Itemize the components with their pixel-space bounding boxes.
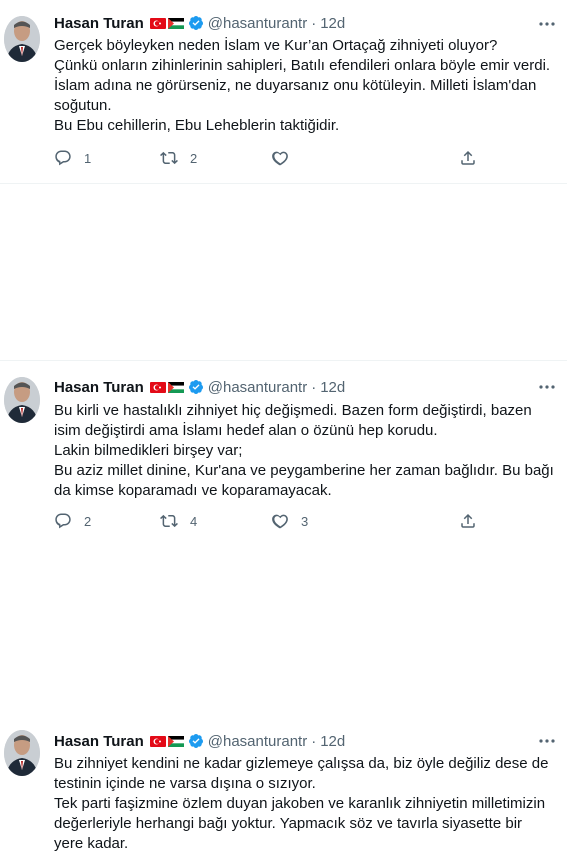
share-button[interactable]	[459, 512, 489, 530]
author-handle[interactable]: @hasanturantr	[208, 733, 307, 750]
author-name[interactable]: Hasan Turan	[54, 15, 144, 32]
turkey-flag	[149, 735, 166, 747]
reply-icon	[55, 150, 71, 166]
retweet-icon	[160, 151, 178, 165]
tweet-time[interactable]: 12d	[320, 15, 345, 32]
separator: ·	[311, 14, 317, 32]
turkey-flag	[149, 17, 166, 29]
tweet[interactable]: Hasan Turan @hasanturantr · 12d Gerçek b…	[0, 0, 567, 184]
tweet-text: Bu zihniyet kendini ne kadar gizlemeye ç…	[54, 755, 549, 852]
tweet-text: Gerçek böyleyken neden İslam ve Kur’an O…	[54, 37, 551, 134]
reply-count: 2	[84, 513, 92, 529]
reply-count: 1	[84, 150, 92, 166]
like-count: 3	[301, 513, 309, 529]
reply-icon	[55, 513, 71, 529]
tweet-actions: 2 4 3	[54, 511, 494, 531]
verified-badge-icon	[188, 734, 203, 748]
share-icon	[461, 150, 475, 165]
share-button[interactable]	[459, 149, 489, 167]
author-name[interactable]: Hasan Turan	[54, 733, 144, 750]
tweet[interactable]: Hasan Turan @hasanturantr · 12d Bu zihni…	[0, 361, 567, 852]
more-icon[interactable]	[537, 14, 557, 34]
retweet-count: 2	[190, 150, 198, 166]
like-icon	[272, 514, 288, 529]
tweet-header: Hasan Turan @hasanturantr · 12d	[54, 13, 345, 33]
share-icon	[461, 513, 475, 528]
like-icon	[272, 151, 288, 166]
tweet-actions: 1 2	[54, 148, 494, 168]
retweet-button[interactable]: 4	[160, 512, 197, 530]
retweet-icon	[160, 514, 178, 528]
reply-button[interactable]: 1	[54, 149, 91, 167]
retweet-button[interactable]: 2	[160, 149, 197, 167]
author-handle[interactable]: @hasanturantr	[208, 15, 307, 32]
palestine-flag	[167, 17, 184, 29]
separator: ·	[311, 732, 317, 750]
more-icon[interactable]	[537, 731, 557, 751]
like-button[interactable]	[271, 149, 301, 167]
like-button[interactable]: 3	[271, 512, 308, 530]
avatar[interactable]	[4, 16, 40, 62]
reply-button[interactable]: 2	[54, 512, 91, 530]
verified-badge-icon	[188, 16, 203, 30]
tweet[interactable]: Hasan Turan @hasanturantr · 12d Bu kirli…	[0, 184, 567, 529]
palestine-flag	[167, 735, 184, 747]
avatar[interactable]	[4, 730, 40, 776]
tweet-time[interactable]: 12d	[320, 733, 345, 750]
tweet-header: Hasan Turan @hasanturantr · 12d	[54, 731, 345, 751]
retweet-count: 4	[190, 513, 198, 529]
